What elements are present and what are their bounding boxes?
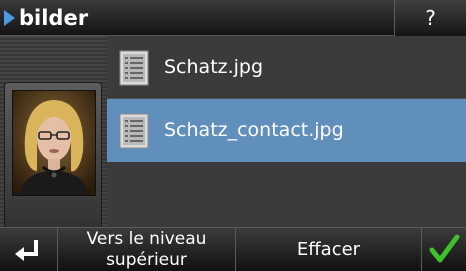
parent-folder-label-line1: Vers le niveau	[86, 229, 207, 249]
main-area: Schatz.jpg Schatz_contact.jpg	[0, 36, 466, 236]
file-name: Schatz.jpg	[164, 56, 264, 78]
erase-button[interactable]: Effacer	[236, 228, 422, 271]
folder-title: bilder	[19, 6, 89, 30]
bottom-toolbar: Vers le niveau supérieur Effacer	[0, 227, 466, 271]
left-panel	[0, 36, 107, 236]
file-name: Schatz_contact.jpg	[164, 119, 344, 141]
back-button[interactable]	[0, 228, 58, 271]
play-arrow-icon	[4, 10, 15, 26]
document-icon	[119, 50, 149, 86]
parent-folder-button[interactable]: Vers le niveau supérieur	[58, 228, 236, 271]
preview-frame	[4, 82, 102, 236]
return-arrow-icon	[15, 240, 38, 261]
file-list: Schatz.jpg Schatz_contact.jpg	[107, 36, 466, 227]
file-browser-screen: bilder ? Schatz.jpg Schatz_contact.jpg V…	[0, 0, 466, 271]
confirm-button[interactable]	[422, 228, 466, 271]
list-item-selected[interactable]: Schatz_contact.jpg	[107, 99, 466, 162]
contact-photo	[12, 90, 96, 196]
list-item[interactable]: Schatz.jpg	[107, 36, 466, 99]
document-icon	[119, 113, 149, 149]
title-bar: bilder ?	[0, 0, 466, 36]
checkmark-icon	[429, 234, 460, 263]
help-button[interactable]: ?	[394, 0, 466, 36]
parent-folder-label-line2: supérieur	[106, 250, 187, 270]
